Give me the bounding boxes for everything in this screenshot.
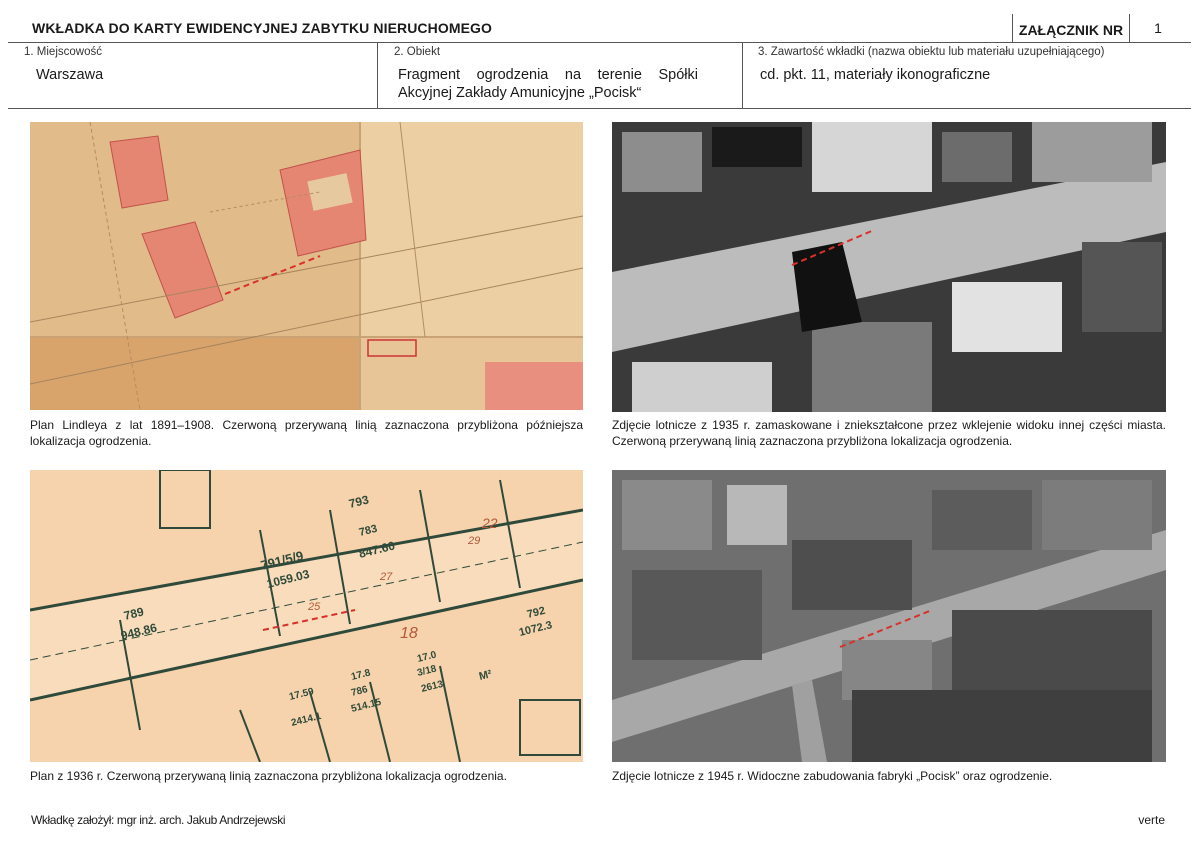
field-locality: 1. Miejscowość Warszawa (8, 42, 376, 108)
field-locality-label: 1. Miejscowość (24, 46, 102, 58)
author-note: Wkładkę założył: mgr inż. arch. Jakub An… (31, 813, 286, 827)
map-label: 22 (481, 515, 498, 531)
field-contents-value: cd. pkt. 11, materiały ikonograficzne (760, 67, 991, 83)
field-locality-value: Warszawa (36, 67, 104, 83)
map-label: 25 (307, 601, 321, 613)
aerial-1945-photo (612, 470, 1166, 762)
verte-note: verte (1138, 813, 1165, 827)
aerial-1935-photo (612, 122, 1166, 412)
map-label: 18 (400, 625, 418, 642)
figure-aerial-1935 (612, 122, 1166, 412)
figure-lindley-plan (30, 122, 583, 410)
field-object-label: 2. Obiekt (394, 46, 441, 58)
lindley-plan-map (30, 122, 583, 410)
caption-plan-1936: Plan z 1936 r. Czerwoną przerywaną linią… (30, 769, 507, 783)
plan-1936-map: 791/5/9 1059.03 793 783 847.60 789 948.8… (30, 470, 583, 762)
caption-lindley: Plan Lindleya z lat 1891–1908. Czerwoną … (30, 418, 583, 448)
card-header: WKŁADKA DO KARTY EWIDENCYJNEJ ZABYTKU NI… (8, 14, 1191, 43)
figure-aerial-1945 (612, 470, 1166, 762)
caption-aerial-1945: Zdjęcie lotnicze z 1945 r. Widoczne zabu… (612, 769, 1053, 783)
caption-aerial-1935: Zdjęcie lotnicze z 1935 r. zamaskowane i… (612, 418, 1166, 448)
field-object-value: Fragment ogrodzenia na terenie Spółki Ak… (398, 67, 698, 101)
field-contents: 3. Zawartość wkładki (nazwa obiektu lub … (742, 42, 1191, 108)
card-title: WKŁADKA DO KARTY EWIDENCYJNEJ ZABYTKU NI… (32, 20, 493, 36)
figure-plan-1936: 791/5/9 1059.03 793 783 847.60 789 948.8… (30, 470, 583, 762)
map-label: 27 (379, 571, 393, 583)
field-object: 2. Obiekt Fragment ogrodzenia na terenie… (377, 42, 743, 108)
annex-number: 1 (1154, 20, 1162, 36)
map-label: 29 (467, 535, 480, 547)
annex-label: ZAŁĄCZNIK NR (1012, 14, 1130, 42)
form-fields-row: 1. Miejscowość Warszawa 2. Obiekt Fragme… (8, 42, 1191, 109)
field-contents-label: 3. Zawartość wkładki (nazwa obiektu lub … (758, 46, 1105, 58)
